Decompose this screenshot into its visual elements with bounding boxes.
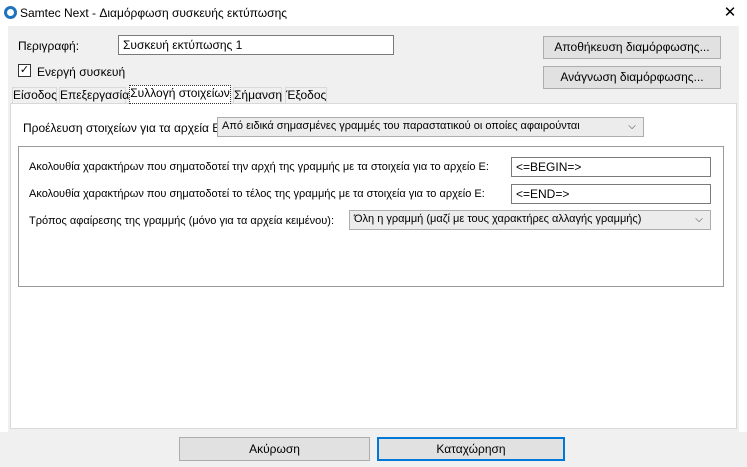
window-title: Samtec Next - Διαμόρφωση συσκευής εκτύπω… [20,6,288,20]
tab-processing[interactable]: Επεξεργασία [59,87,129,104]
description-label: Περιγραφή: [18,39,80,53]
removal-method-value: Όλη η γραμμή (μαζί με τους χαρακτήρες αλ… [354,213,642,225]
source-select[interactable]: Από ειδικά σημασμένες γραμμές του παραστ… [217,117,644,137]
tab-input[interactable]: Είσοδος [12,87,57,104]
removal-method-select[interactable]: Όλη η γραμμή (μαζί με τους χαρακτήρες αλ… [349,210,711,230]
source-label: Προέλευση στοιχείων για τα αρχεία Ε: [23,121,224,135]
tab-output[interactable]: Έξοδος [285,87,327,104]
end-sequence-label: Ακολουθία χαρακτήρων που σηματοδοτεί το … [29,188,485,200]
removal-method-label: Τρόπος αφαίρεσης της γραμμής (μόνο για τ… [29,215,335,227]
checkmark-icon: ✓ [19,64,30,76]
end-sequence-input[interactable]: <=END=> [511,184,711,204]
load-config-button[interactable]: Ανάγνωση διαμόρφωσης... [543,66,721,89]
title-bar: Samtec Next - Διαμόρφωση συσκευής εκτύπω… [0,0,747,26]
active-device-checkbox[interactable]: ✓ [18,64,31,77]
button-bar [0,432,747,467]
tab-data-collection[interactable]: Συλλογή στοιχείων [129,85,231,104]
cancel-button[interactable]: Ακύρωση [179,437,370,461]
active-device-label: Ενεργή συσκευή [37,65,126,79]
tab-marking[interactable]: Σήμανση [233,87,282,104]
begin-sequence-input[interactable]: <=BEGIN=> [511,157,711,177]
source-select-value: Από ειδικά σημασμένες γραμμές του παραστ… [222,120,580,132]
close-icon[interactable]: ✕ [717,2,743,24]
begin-sequence-label: Ακολουθία χαρακτήρων που σηματοδοτεί την… [29,161,489,173]
submit-button[interactable]: Καταχώρηση [377,437,565,461]
description-input[interactable]: Συσκευή εκτύπωσης 1 [118,35,394,55]
save-config-button[interactable]: Αποθήκευση διαμόρφωσης... [543,36,721,59]
chevron-down-icon: ⌵ [695,214,703,225]
chevron-down-icon: ⌵ [628,121,636,132]
app-icon [4,6,17,19]
